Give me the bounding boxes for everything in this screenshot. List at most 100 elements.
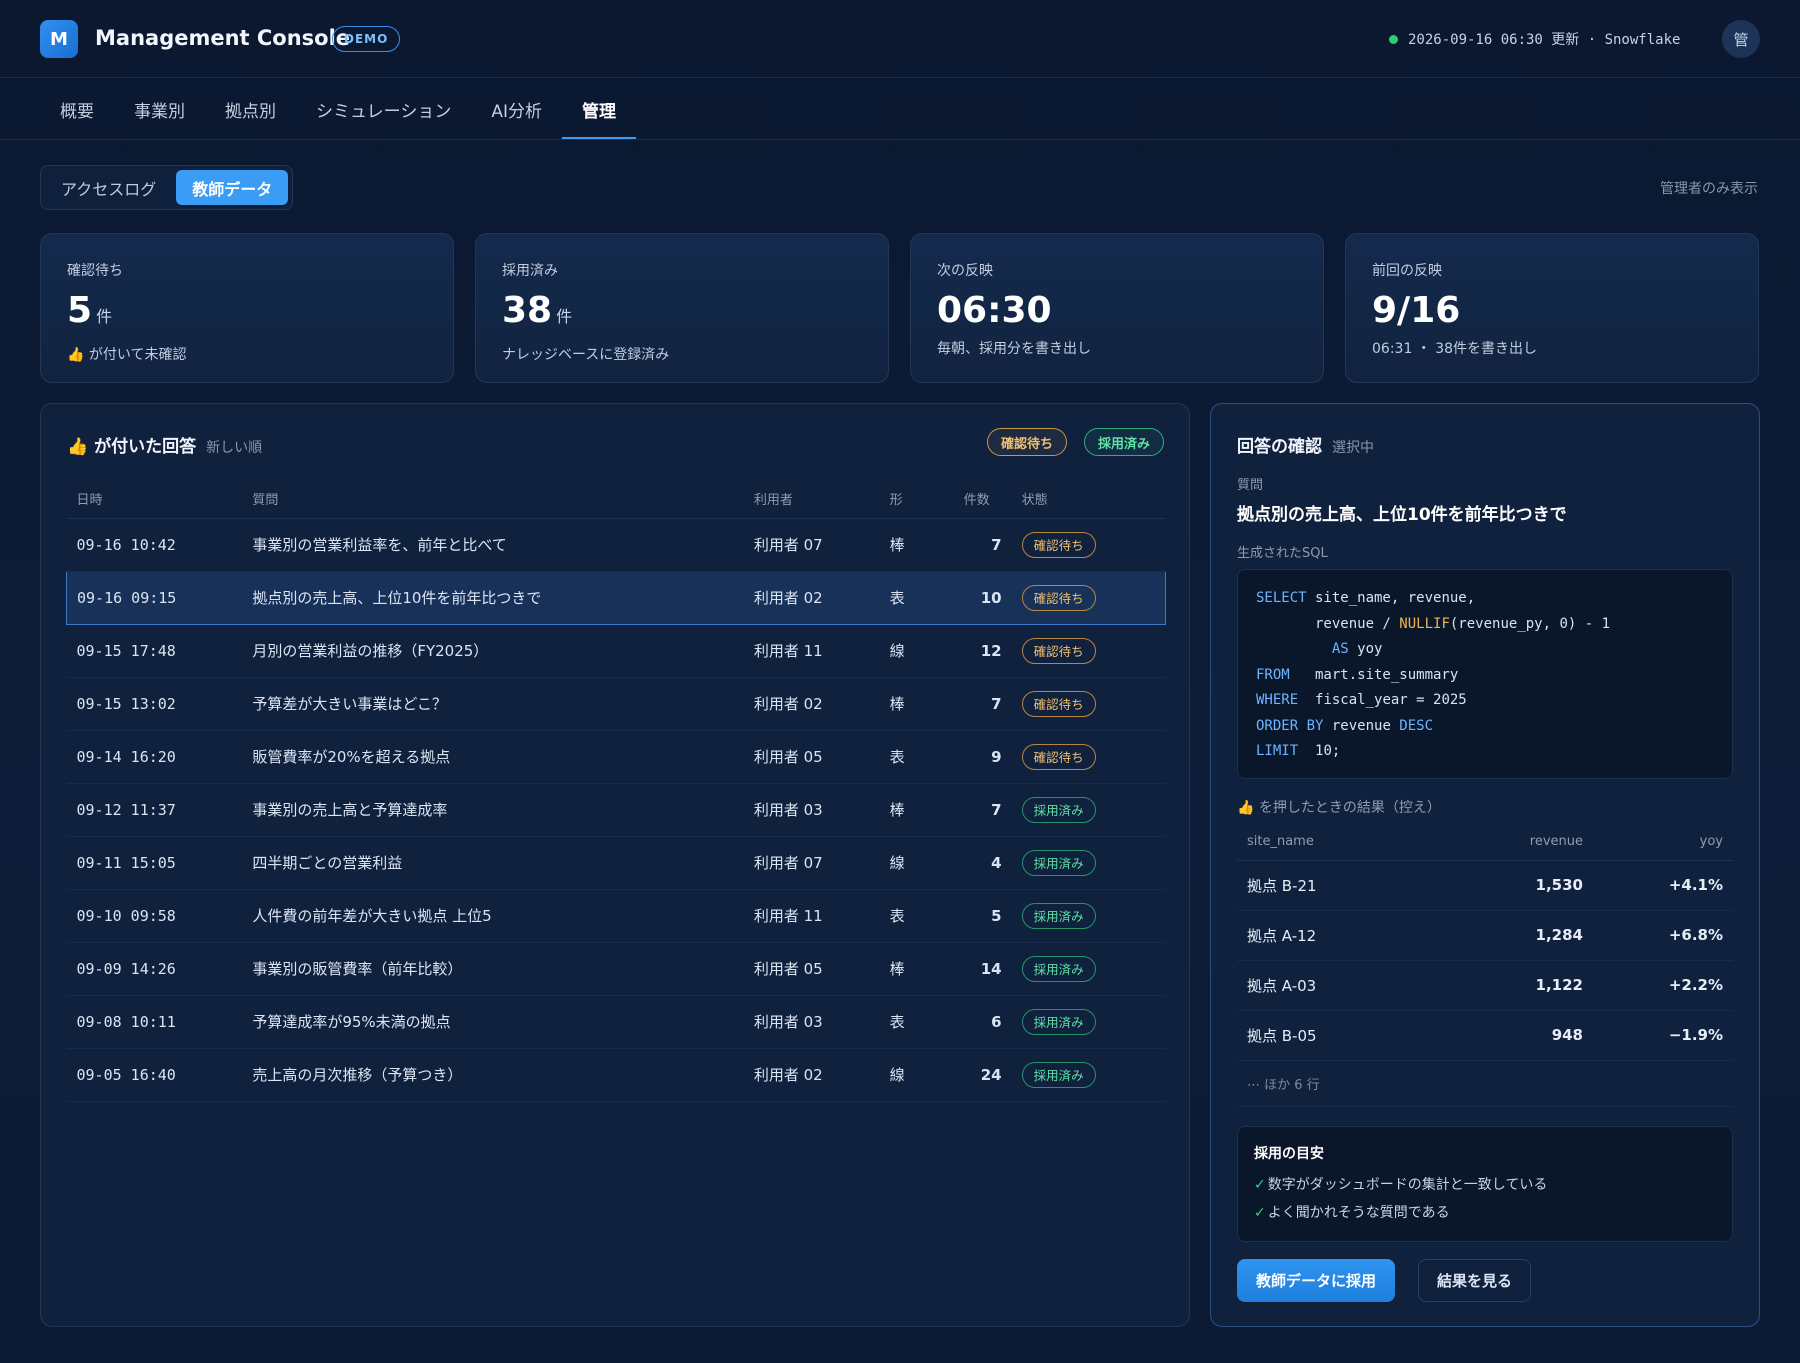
filter-pending-pill[interactable]: 確認待ち — [987, 428, 1068, 456]
result-cell-yoy: −1.9% — [1593, 1010, 1733, 1061]
cell-user: 利用者 07 — [743, 518, 880, 572]
answers-table: 日時 質問 利用者 形 件数 状態 09-16 10:42 事業別の営業利益率を、… — [66, 480, 1166, 1102]
adoption-criteria: 採用の目安 ✓ 数字がダッシュボードの集計と一致している ✓ よく聞かれそうな質問で… — [1237, 1126, 1733, 1242]
check-icon: ✓ — [1254, 1205, 1266, 1221]
result-cell-site: 拠点 A-03 — [1237, 960, 1447, 1011]
answers-panel-title: 👍 が付いた回答 新しい順 — [67, 437, 263, 457]
result-cell-revenue: 1,284 — [1447, 910, 1593, 961]
cell-shape: 棒 — [879, 942, 954, 996]
cell-question: 事業別の営業利益率を、前年と比べて — [242, 518, 744, 572]
cell-question: 予算達成率が95%未満の拠点 — [242, 995, 744, 1049]
app-title: Management Console — [95, 26, 351, 50]
table-row[interactable]: 09-08 10:11 予算達成率が95%未満の拠点 利用者 03 表 6 採用済み — [66, 995, 1166, 1049]
status-badge: 確認待ち — [1021, 531, 1096, 558]
admin-only-note: 管理者のみ表示 — [1660, 181, 1758, 197]
stat-label: 次の反映 — [937, 263, 993, 279]
cell-shape: 線 — [879, 624, 954, 678]
table-row[interactable]: 09-15 13:02 予算差が大きい事業はどこ？ 利用者 02 棒 7 確認待ち — [66, 677, 1166, 731]
result-cell-site: 拠点 B-21 — [1237, 860, 1447, 911]
tab-ai-analysis[interactable]: AI分析 — [471, 78, 562, 140]
col-date[interactable]: 日時 — [66, 480, 243, 519]
answers-panel: 👍 が付いた回答 新しい順 確認待ち 採用済み 日時 質問 利用者 形 件数 状態… — [40, 403, 1190, 1327]
status-badge: 確認待ち — [1021, 584, 1096, 611]
cell-shape: 表 — [879, 889, 954, 943]
stat-sub: 毎朝、採用分を書き出し — [937, 341, 1091, 357]
selected-indicator: 選択中 — [1332, 440, 1374, 456]
cell-date: 09-16 09:15 — [66, 570, 243, 625]
cell-date: 09-16 10:42 — [66, 518, 243, 572]
sql-line: AS yoy — [1331, 641, 1383, 657]
cell-shape: 表 — [879, 570, 954, 625]
cell-state: 確認待ち — [1011, 730, 1166, 784]
subtab-training-data[interactable]: 教師データ — [176, 170, 289, 205]
cell-question: 四半期ごとの営業利益 — [242, 836, 744, 890]
table-row[interactable]: 09-16 10:42 事業別の営業利益率を、前年と比べて 利用者 07 棒 7 確認待ち — [66, 518, 1166, 572]
review-panel: 回答の確認 選択中 質問 拠点別の売上高、上位10件を前年比つきで 生成されたSQ… — [1210, 403, 1760, 1327]
tab-admin[interactable]: 管理 — [561, 78, 636, 140]
cell-question: 売上高の月次推移（予算つき） — [242, 1048, 744, 1102]
status-badge: 採用済み — [1021, 902, 1096, 929]
table-row[interactable]: 09-09 14:26 事業別の販管費率（前年比較） 利用者 05 棒 14 採用済み — [66, 942, 1166, 996]
result-cell-revenue: 948 — [1447, 1010, 1593, 1061]
col-shape[interactable]: 形 — [879, 480, 954, 519]
status-badge: 採用済み — [1021, 849, 1096, 876]
sql-line: revenue / NULLIF(revenue_py, 0) - 1 — [1256, 615, 1611, 632]
stat-sub: 06:31 ・ 38件を書き出し — [1372, 341, 1538, 357]
tab-overview[interactable]: 概要 — [40, 78, 114, 140]
filter-adopted-pill[interactable]: 採用済み — [1084, 428, 1165, 456]
result-cell-yoy: +6.8% — [1593, 910, 1733, 961]
criteria-title: 採用の目安 — [1254, 1146, 1324, 1162]
cell-count: 7 — [953, 783, 1012, 837]
tab-simulation[interactable]: シミュレーション — [296, 78, 471, 140]
cell-date: 09-08 10:11 — [66, 995, 243, 1049]
result-cell-revenue: 1,530 — [1447, 860, 1593, 911]
cell-state: 確認待ち — [1011, 624, 1166, 678]
table-row[interactable]: 09-15 17:48 月別の営業利益の推移（FY2025） 利用者 11 線 12 確認… — [66, 624, 1166, 678]
subtab-access-log[interactable]: アクセスログ — [45, 170, 172, 205]
sub-tabs: アクセスログ 教師データ — [40, 165, 294, 210]
cell-shape: 表 — [879, 730, 954, 784]
table-row[interactable]: 09-10 09:58 人件費の前年差が大きい拠点 上位5 利用者 11 表 5 採用済み — [66, 889, 1166, 943]
table-row[interactable]: 09-12 11:37 事業別の売上高と予算達成率 利用者 03 棒 7 採用済み — [66, 783, 1166, 837]
stat-label: 確認待ち — [67, 263, 123, 279]
stat-label: 前回の反映 — [1372, 263, 1442, 279]
stat-label: 採用済み — [502, 263, 558, 279]
status-badge: 採用済み — [1021, 1008, 1096, 1035]
cell-count: 12 — [953, 624, 1012, 678]
sql-label: 生成されたSQL — [1237, 546, 1328, 561]
main-tabs: 概要 事業別 拠点別 シミュレーション AI分析 管理 — [40, 78, 636, 140]
cell-shape: 棒 — [879, 518, 954, 572]
tab-business[interactable]: 事業別 — [114, 78, 205, 140]
status-badge: 確認待ち — [1021, 690, 1096, 717]
cell-user: 利用者 11 — [743, 624, 880, 678]
col-state[interactable]: 状態 — [1011, 480, 1166, 519]
cell-count: 6 — [953, 995, 1012, 1049]
review-panel-title: 回答の確認 選択中 — [1237, 437, 1374, 457]
cell-date: 09-10 09:58 — [66, 889, 243, 943]
status-badge: 確認待ち — [1021, 743, 1096, 770]
table-row[interactable]: 09-05 16:40 売上高の月次推移（予算つき） 利用者 02 線 24 採用済み — [66, 1048, 1166, 1102]
question-label: 質問 — [1237, 478, 1264, 493]
cell-user: 利用者 11 — [743, 889, 880, 943]
check-icon: ✓ — [1254, 1177, 1266, 1193]
tab-site[interactable]: 拠点別 — [205, 78, 296, 140]
cell-date: 09-14 16:20 — [66, 730, 243, 784]
col-user[interactable]: 利用者 — [743, 480, 880, 519]
col-question[interactable]: 質問 — [242, 480, 744, 519]
result-row: 拠点 A-03 1,122 +2.2% — [1237, 960, 1733, 1011]
cell-question: 予算差が大きい事業はどこ？ — [242, 677, 744, 731]
table-row[interactable]: 09-11 15:05 四半期ごとの営業利益 利用者 07 線 4 採用済み — [66, 836, 1166, 890]
table-row[interactable]: 09-14 16:20 販管費率が20%を超える拠点 利用者 05 表 9 確認待ち — [66, 730, 1166, 784]
cell-count: 5 — [953, 889, 1012, 943]
table-row[interactable]: 09-16 09:15 拠点別の売上高、上位10件を前年比つきで 利用者 02 表 10… — [66, 570, 1166, 625]
cell-count: 10 — [953, 570, 1012, 625]
col-count[interactable]: 件数 — [953, 480, 1012, 519]
status-dot-icon — [1389, 35, 1398, 44]
stat-value: 38 件 — [502, 290, 573, 331]
avatar[interactable]: 管 — [1722, 20, 1760, 58]
sql-code-block: SELECT site_name, revenue, revenue / NUL… — [1237, 569, 1733, 779]
result-col-yoy: yoy — [1593, 824, 1733, 861]
cell-shape: 棒 — [879, 677, 954, 731]
view-result-button[interactable]: 結果を見る — [1418, 1259, 1532, 1302]
adopt-training-data-button[interactable]: 教師データに採用 — [1237, 1259, 1396, 1302]
